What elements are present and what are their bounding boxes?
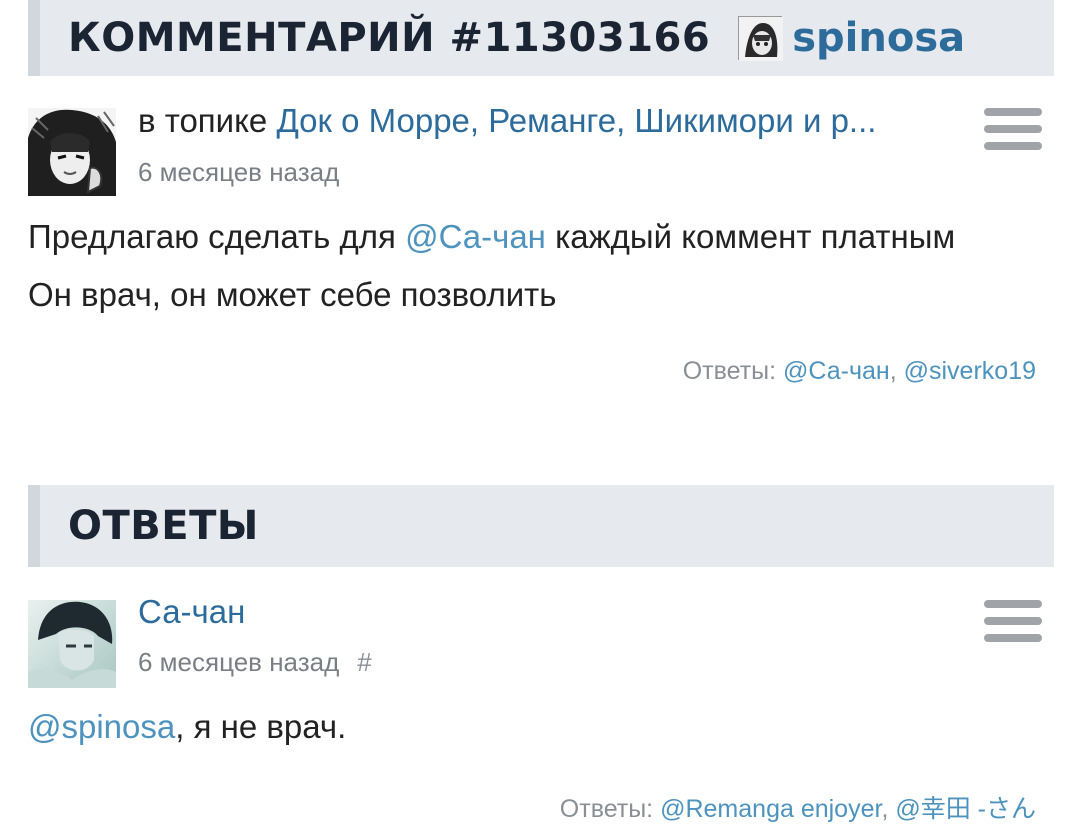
header-username-link[interactable]: spinosa (792, 15, 965, 61)
answer-text: @spinosa, я не врач. (28, 708, 346, 746)
answer-menu-button[interactable] (984, 600, 1042, 646)
commenter-avatar[interactable] (28, 108, 116, 196)
comment-text-before: Предлагаю сделать для (28, 218, 406, 255)
comment-text-line-1: Предлагаю сделать для @Са-чан каждый ком… (28, 218, 955, 256)
answers-header-title: ОТВЕТЫ (68, 503, 259, 549)
answer-author-avatar[interactable] (28, 600, 116, 688)
topic-prefix: в топике (138, 102, 268, 139)
comment-time: 6 месяцев назад (138, 157, 340, 187)
replies-label: Ответы: (682, 357, 777, 385)
comment-menu-button[interactable] (984, 108, 1042, 154)
answer-text-body: , я не врач. (175, 708, 347, 745)
replies-label: Ответы: (559, 795, 654, 823)
comment-header-title: КОММЕНТАРИЙ #11303166 (68, 15, 711, 61)
answers-header: ОТВЕТЫ (28, 485, 1054, 567)
comment-header: КОММЕНТАРИЙ #11303166 spinosa (28, 0, 1054, 76)
comment-mention-link[interactable]: @Са-чан (405, 218, 546, 255)
answer-replies: Ответы: @Remanga enjoyer, @幸田 -さん (559, 795, 1036, 823)
header-user-avatar[interactable] (738, 16, 784, 61)
answer-time-line: 6 месяцев назад # (138, 647, 372, 678)
answer-author-link[interactable]: Са-чан (138, 593, 245, 631)
comment-topic-line: в топике Док о Морре, Реманге, Шикимори … (138, 102, 876, 140)
reply-link[interactable]: @Са-чан (783, 357, 890, 385)
reply-link[interactable]: @Remanga enjoyer (660, 795, 881, 823)
reply-link[interactable]: @幸田 -さん (895, 795, 1036, 823)
hamburger-menu-icon (984, 108, 1042, 150)
reply-link[interactable]: @siverko19 (904, 357, 1036, 385)
answer-time: 6 месяцев назад (138, 647, 340, 677)
permalink-hash-icon[interactable]: # (357, 647, 371, 677)
comment-text-line-2: Он врач, он может себе позволить (28, 276, 557, 313)
comment-replies: Ответы: @Са-чан, @siverko19 (682, 357, 1036, 385)
hamburger-menu-icon (984, 600, 1042, 642)
answer-mention-link[interactable]: @spinosa (28, 708, 175, 745)
header-user[interactable]: spinosa (738, 15, 965, 61)
topic-link[interactable]: Док о Морре, Реманге, Шикимори и р... (276, 102, 876, 139)
comment-text-after: каждый коммент платным (545, 218, 956, 255)
